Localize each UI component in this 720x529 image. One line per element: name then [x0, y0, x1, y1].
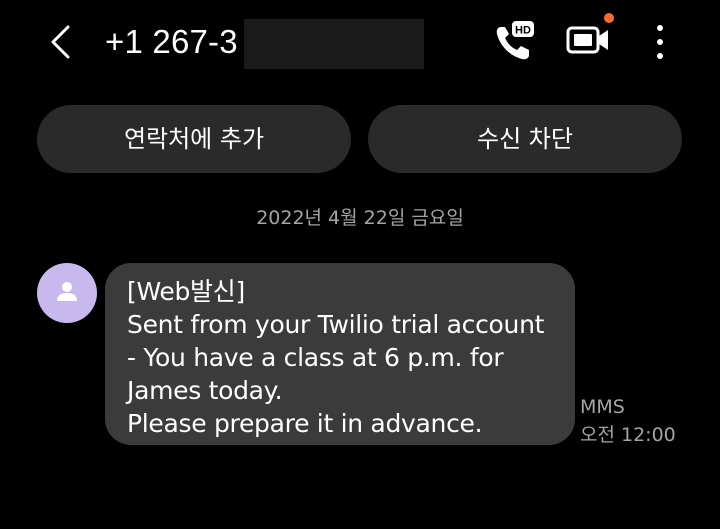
person-icon: [57, 282, 77, 301]
message-time: 오전 12:00: [580, 424, 676, 446]
back-button[interactable]: [42, 22, 82, 62]
more-options-button[interactable]: [645, 20, 675, 64]
date-separator: 2022년 4월 22일 금요일: [256, 207, 464, 229]
message-line: Sent from your Twilio trial account: [127, 310, 545, 339]
message-line: [Web발신]: [127, 277, 245, 306]
chevron-left-icon: [51, 25, 70, 59]
conversation-title: +1 267-3: [105, 23, 238, 60]
message-bubble[interactable]: [Web발신] Sent from your Twilio trial acco…: [105, 263, 575, 445]
message-line: - You have a class at 6 p.m. for: [127, 343, 504, 372]
sender-avatar[interactable]: [37, 263, 97, 323]
more-vertical-icon: [657, 25, 663, 59]
app-header: +1 267-3 HD: [0, 0, 720, 90]
notification-dot: [604, 13, 614, 23]
voice-call-button[interactable]: HD: [492, 18, 538, 64]
block-number-button[interactable]: 수신 차단: [368, 105, 682, 173]
message-meta: MMS 오전 12:00: [580, 393, 676, 449]
hd-voice-call-icon: HD: [496, 21, 534, 60]
message-line: James today.: [127, 376, 283, 405]
message-line: Please prepare it in advance.: [127, 409, 483, 438]
redacted-number-block: [244, 19, 424, 69]
hd-badge-text: HD: [515, 25, 531, 37]
add-to-contacts-button[interactable]: 연락처에 추가: [37, 105, 351, 173]
message-type-label: MMS: [580, 396, 625, 418]
